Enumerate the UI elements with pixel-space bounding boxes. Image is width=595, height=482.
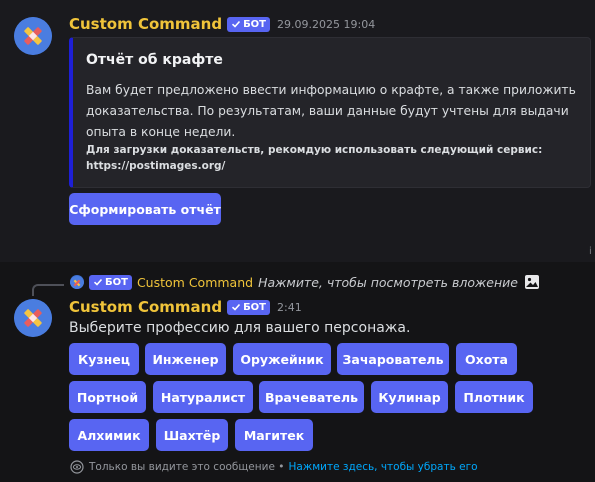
username[interactable]: Custom Command [69,15,222,33]
reply-connector [32,284,64,296]
image-icon [524,275,539,289]
pencil-ruler-icon [70,276,84,289]
embed-description: Вам будет предложено ввести информацию о… [86,83,576,139]
message-header: Custom Command БОТ 29.09.2025 19:04 [69,15,375,33]
profession-button-shakhtyor[interactable]: Шахтёр [156,419,228,451]
ephemeral-notice: Только вы видите это сообщение • Нажмите… [70,460,478,474]
profession-button-inzhener[interactable]: Инженер [145,343,226,375]
profession-button-oruzheinik[interactable]: Оружейник [233,343,331,375]
profession-button-kulinar[interactable]: Кулинар [371,381,448,413]
timestamp[interactable]: 2:41 [277,301,302,314]
embed-title: Отчёт об крафте [86,52,223,68]
bot-badge: БОТ [227,299,271,315]
bot-badge: БОТ [227,16,271,32]
reply-bot-badge: БОТ [89,274,132,290]
embed-note: Для загрузки доказательств, рекомдую исп… [86,142,576,174]
timestamp[interactable]: 29.09.2025 19:04 [277,18,375,31]
bot-avatar[interactable] [14,299,52,337]
profession-button-kuznets[interactable]: Кузнец [69,343,139,375]
bot-badge-label: БОТ [243,301,267,313]
pencil-ruler-icon [14,17,52,55]
profession-button-portnoi[interactable]: Портной [69,381,146,413]
dismiss-message-link[interactable]: Нажмите здесь, чтобы убрать его [288,461,477,473]
profession-button-alkhimik[interactable]: Алхимик [69,419,149,451]
profession-button-okhota[interactable]: Охота [456,343,517,375]
profession-button-plotnik[interactable]: Плотник [455,381,533,413]
username[interactable]: Custom Command [69,298,222,316]
pencil-ruler-icon [14,299,52,337]
reply-avatar [70,275,84,289]
eye-icon [70,460,84,474]
profession-button-vrachevatel[interactable]: Врачеватель [259,381,364,413]
create-report-button[interactable]: Сформировать отчёт [69,193,221,225]
check-icon [232,20,241,28]
check-icon [93,278,103,286]
profession-button-magitek[interactable]: Магитек [235,419,313,451]
reply-preview[interactable]: БОТ Custom Command Нажмите, чтобы посмот… [70,274,540,290]
embed-card: Отчёт об крафте Вам будет предложено вве… [69,37,591,188]
reply-text[interactable]: Нажмите, чтобы посмотреть вложение [258,275,518,290]
bot-avatar[interactable] [14,17,52,55]
profession-button-zacharovatel[interactable]: Зачарователь [337,343,449,375]
reply-username[interactable]: Custom Command [137,275,253,290]
message-text: Выберите профессию для вашего персонажа. [69,320,411,336]
bot-badge-label: БОТ [243,18,267,30]
message-embed-report: Custom Command БОТ 29.09.2025 19:04 Отчё… [0,0,595,262]
scroll-marker: i [589,246,592,257]
embed-note-text: Для загрузки доказательств, рекомдую исп… [86,144,543,156]
profession-button-naturalist[interactable]: Натуралист [153,381,253,413]
ephemeral-text: Только вы видите это сообщение • [89,461,285,473]
message-header: Custom Command БОТ 2:41 [69,298,302,316]
reply-bot-badge-label: БОТ [105,276,128,288]
check-icon [232,303,241,311]
embed-note-url[interactable]: https://postimages.org/ [86,158,576,174]
